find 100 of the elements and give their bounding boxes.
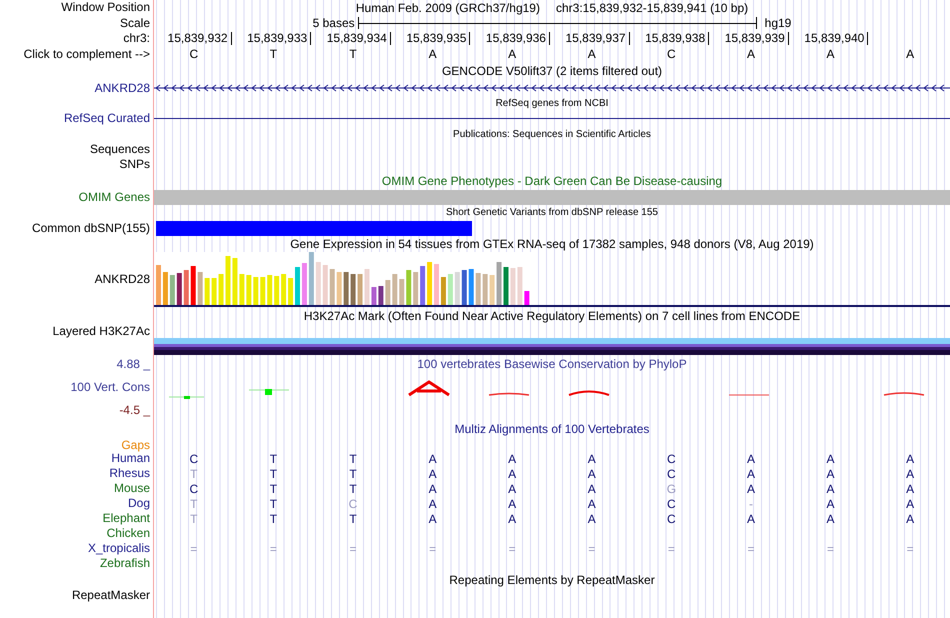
species-label[interactable]: Human bbox=[111, 451, 150, 466]
alignment-base: - bbox=[748, 496, 753, 510]
track-title: RefSeq genes from NCBI bbox=[496, 98, 608, 108]
track-title: Publications: Sequences in Scientific Articles bbox=[453, 128, 651, 140]
alignment-base: A bbox=[826, 496, 835, 510]
species-label[interactable]: Elephant bbox=[102, 511, 150, 526]
track-label[interactable]: SNPs bbox=[119, 157, 150, 172]
alignment-base: A bbox=[906, 496, 914, 510]
complement-link[interactable]: Click to complement --> bbox=[24, 46, 150, 62]
row-label: Window Position bbox=[61, 0, 150, 15]
track-label[interactable]: RefSeq Curated bbox=[64, 110, 150, 126]
alignment-base: A bbox=[746, 452, 755, 466]
alignment-base: C bbox=[189, 452, 198, 466]
alignment-base: = bbox=[588, 542, 596, 556]
base-letter: A bbox=[746, 47, 755, 61]
track-label[interactable]: ANKRD28 bbox=[94, 272, 150, 287]
alignment-base: C bbox=[348, 496, 358, 510]
base-letter: A bbox=[428, 47, 437, 61]
alignment-base: A bbox=[826, 512, 835, 526]
alignment-base: G bbox=[666, 482, 676, 496]
alignment-base: A bbox=[588, 482, 596, 496]
base-letter: T bbox=[270, 47, 278, 61]
species-label[interactable]: Zebrafish bbox=[100, 556, 150, 571]
alignment-base: C bbox=[667, 496, 676, 510]
alignment-base: A bbox=[508, 466, 516, 480]
alignment-base: T bbox=[270, 452, 278, 466]
alignment-base: A bbox=[906, 466, 914, 480]
alignment-base: A bbox=[826, 482, 835, 496]
species-label[interactable]: Mouse bbox=[114, 481, 150, 496]
position-tick: 15,839,933 bbox=[247, 32, 312, 45]
alignment-base: A bbox=[906, 452, 914, 466]
alignment-base: = bbox=[349, 542, 356, 556]
track-label[interactable]: ANKRD28 bbox=[94, 80, 150, 96]
alignment-base: = bbox=[190, 542, 198, 556]
alignment-base: = bbox=[747, 542, 754, 556]
alignment-base: = bbox=[906, 542, 914, 556]
base-letter: C bbox=[189, 47, 198, 61]
position-tick: 15,839,932 bbox=[168, 32, 232, 45]
track-label[interactable]: OMIM Genes bbox=[78, 190, 150, 204]
alignment-base: A bbox=[428, 482, 437, 496]
species-label[interactable]: Rhesus bbox=[109, 466, 150, 481]
base-letter: C bbox=[667, 47, 676, 61]
alignment-base: T bbox=[190, 466, 198, 480]
track-title: GENCODE V50lift37 (2 items filtered out) bbox=[442, 64, 662, 78]
species-label[interactable]: Chicken bbox=[106, 526, 150, 541]
alignment-base: T bbox=[349, 512, 357, 526]
alignment-base: = bbox=[429, 542, 436, 556]
alignment-base: A bbox=[826, 466, 835, 480]
alignment-base: C bbox=[189, 482, 198, 496]
alignment-base: A bbox=[508, 496, 516, 510]
base-letter: A bbox=[906, 47, 914, 61]
alignment-base: A bbox=[588, 466, 596, 480]
base-letter: A bbox=[588, 47, 596, 61]
species-label[interactable]: Dog bbox=[128, 496, 150, 511]
track-label[interactable]: Layered H3K27Ac bbox=[52, 324, 150, 339]
position-tick: 15,839,936 bbox=[486, 32, 550, 45]
track-title: Short Genetic Variants from dbSNP release 155 bbox=[446, 207, 658, 218]
alignment-base: A bbox=[428, 452, 437, 466]
alignment-base: A bbox=[588, 452, 596, 466]
alignment-base: A bbox=[826, 452, 835, 466]
assembly-name: Human Feb. 2009 (GRCh37/hg19) bbox=[356, 0, 540, 14]
alignment-base: A bbox=[508, 452, 516, 466]
track-label[interactable]: RepeatMasker bbox=[72, 588, 150, 603]
alignment-base: A bbox=[428, 512, 437, 526]
alignment-base: A bbox=[746, 466, 755, 480]
species-label[interactable]: X_tropicalis bbox=[88, 541, 150, 556]
alignment-base: A bbox=[508, 512, 516, 526]
alignment-base: T bbox=[349, 482, 357, 496]
track-title: 100 vertebrates Basewise Conservation by PhyloP bbox=[417, 357, 687, 371]
alignment-base: A bbox=[508, 482, 516, 496]
database-name: hg19 bbox=[764, 16, 792, 30]
alignment-base: C bbox=[667, 452, 676, 466]
alignment-base: = bbox=[668, 542, 675, 556]
scale-text: 5 bases bbox=[312, 16, 355, 30]
alignment-base: T bbox=[270, 466, 278, 480]
track-label[interactable]: Common dbSNP(155) bbox=[32, 220, 150, 236]
row-label: chr3: bbox=[123, 31, 150, 46]
position-tick: 15,839,939 bbox=[724, 32, 789, 45]
alignment-base: T bbox=[349, 452, 357, 466]
snp-feature-bar[interactable] bbox=[156, 220, 472, 236]
track-title: OMIM Gene Phenotypes - Dark Green Can Be Disease-causing bbox=[382, 174, 722, 188]
position-range: chr3:15,839,932-15,839,941 (10 bp) bbox=[556, 0, 748, 14]
alignment-base: C bbox=[667, 512, 676, 526]
track-title: Gene Expression in 54 tissues from GTEx RNA-seq of 17382 samples, 948 donors (V8, Aug 2019) bbox=[290, 237, 814, 251]
alignment-base: A bbox=[588, 496, 596, 510]
alignment-base: T bbox=[349, 466, 357, 480]
alignment-base: A bbox=[588, 512, 596, 526]
alignment-base: T bbox=[190, 496, 198, 510]
axis-min-label: -4.5 _ bbox=[119, 403, 150, 418]
alignment-base: T bbox=[270, 496, 278, 510]
alignment-base: T bbox=[190, 512, 198, 526]
alignment-base: A bbox=[906, 512, 914, 526]
alignment-base: A bbox=[428, 496, 437, 510]
track-label[interactable]: Sequences bbox=[90, 142, 150, 157]
position-tick: 15,839,940 bbox=[804, 32, 868, 45]
track-title: Repeating Elements by RepeatMasker bbox=[449, 572, 655, 586]
alignment-base: A bbox=[746, 512, 755, 526]
track-label[interactable]: 100 Vert. Cons bbox=[70, 380, 150, 395]
alignment-base: C bbox=[667, 466, 676, 480]
track-title: H3K27Ac Mark (Often Found Near Active Regulatory Elements) on 7 cell lines from ENCODE bbox=[304, 308, 800, 322]
